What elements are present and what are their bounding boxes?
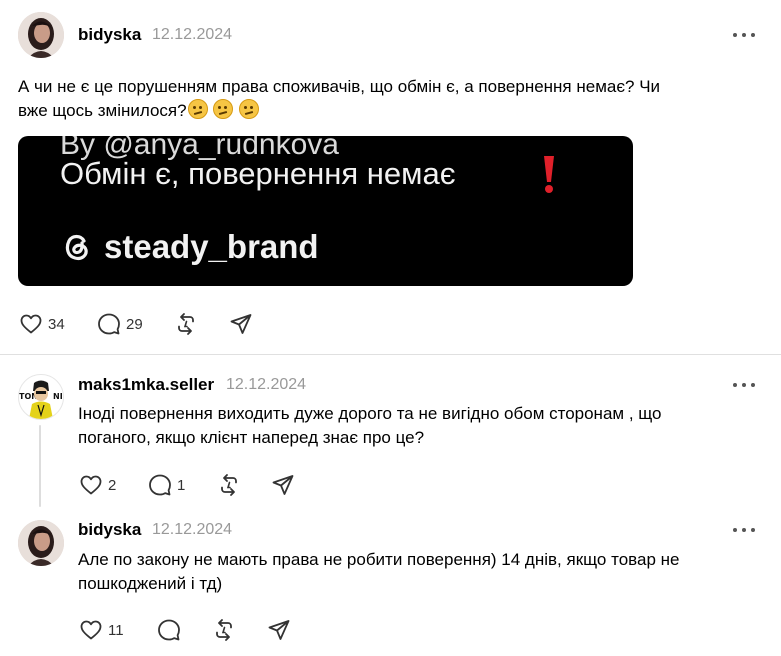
reply-button[interactable] — [157, 618, 181, 642]
like-button[interactable]: 2 — [79, 473, 116, 497]
avatar-image — [18, 12, 64, 58]
reply-count: 1 — [177, 476, 186, 494]
repost-icon — [216, 619, 232, 641]
image-caption-main: Обмін є, повернення немає — [60, 156, 456, 191]
post-text: Але по закону не мають права не робити п… — [78, 548, 768, 596]
send-icon — [230, 314, 252, 334]
post-text-line: А чи не є це порушенням права споживачів… — [18, 77, 661, 96]
post-date: 12.12.2024 — [152, 521, 233, 538]
repost-button[interactable] — [212, 618, 236, 642]
like-count: 11 — [108, 621, 124, 639]
exclamation-icon — [544, 156, 554, 193]
threads-logo-icon — [65, 234, 88, 261]
like-count: 34 — [48, 315, 65, 333]
repost-button[interactable] — [174, 312, 198, 336]
post-text: Іноді повернення виходить дуже дорого та… — [78, 402, 768, 450]
share-button[interactable] — [271, 473, 295, 497]
repost-icon — [221, 474, 237, 496]
comment-icon — [158, 619, 180, 641]
thinking-face-emoji — [213, 99, 234, 119]
post-text-line: вже щось змінилося? — [18, 99, 758, 123]
send-icon — [268, 620, 290, 640]
post-text-line-part: вже щось змінилося? — [18, 101, 187, 120]
like-button[interactable]: 34 — [19, 312, 65, 336]
divider — [0, 354, 781, 355]
send-icon — [272, 475, 294, 495]
thinking-face-emoji — [187, 99, 208, 119]
post-text-line: пошкоджений і тд) — [78, 574, 223, 593]
thread-connector-line — [39, 425, 41, 507]
post-date: 12.12.2024 — [152, 26, 233, 43]
post-text-line: поганого, якщо клієнт наперед знає про ц… — [78, 428, 425, 447]
share-button[interactable] — [267, 618, 291, 642]
avatar-image — [18, 520, 64, 566]
reply-button[interactable]: 29 — [97, 312, 143, 336]
heart-icon — [80, 620, 102, 640]
thinking-face-emoji — [239, 99, 260, 119]
avatar[interactable] — [18, 12, 64, 58]
post-text-line: Але по закону не мають права не робити п… — [78, 550, 680, 569]
comment-icon — [98, 313, 120, 335]
post-text: А чи не є це порушенням права споживачів… — [18, 75, 758, 123]
share-button[interactable] — [229, 312, 253, 336]
comment-icon — [149, 474, 171, 496]
reply-count: 29 — [126, 315, 143, 333]
post-image[interactable]: By @anya_rudnkova Обмін є, повернення не… — [18, 136, 633, 286]
image-brand: steady_brand — [60, 228, 319, 266]
avatar-image: TON NI — [19, 375, 63, 419]
post-text-line: Іноді повернення виходить дуже дорого та… — [78, 404, 662, 423]
svg-text:NI: NI — [53, 392, 63, 401]
like-count: 2 — [108, 476, 117, 494]
reply-button[interactable]: 1 — [148, 473, 185, 497]
repost-button[interactable] — [217, 473, 241, 497]
brand-name: steady_brand — [104, 228, 319, 265]
heart-icon — [80, 475, 102, 495]
more-dots-icon[interactable] — [733, 523, 755, 537]
avatar[interactable]: TON NI — [18, 374, 64, 420]
heart-icon — [20, 314, 42, 334]
like-button[interactable]: 11 — [79, 618, 124, 642]
avatar[interactable] — [18, 520, 64, 566]
username[interactable]: bidyska — [78, 25, 141, 45]
post-date: 12.12.2024 — [226, 376, 307, 393]
more-dots-icon[interactable] — [733, 28, 755, 42]
username[interactable]: bidyska — [78, 520, 141, 540]
more-dots-icon[interactable] — [733, 378, 755, 392]
repost-icon — [178, 313, 194, 335]
username[interactable]: maks1mka.seller — [78, 375, 214, 395]
